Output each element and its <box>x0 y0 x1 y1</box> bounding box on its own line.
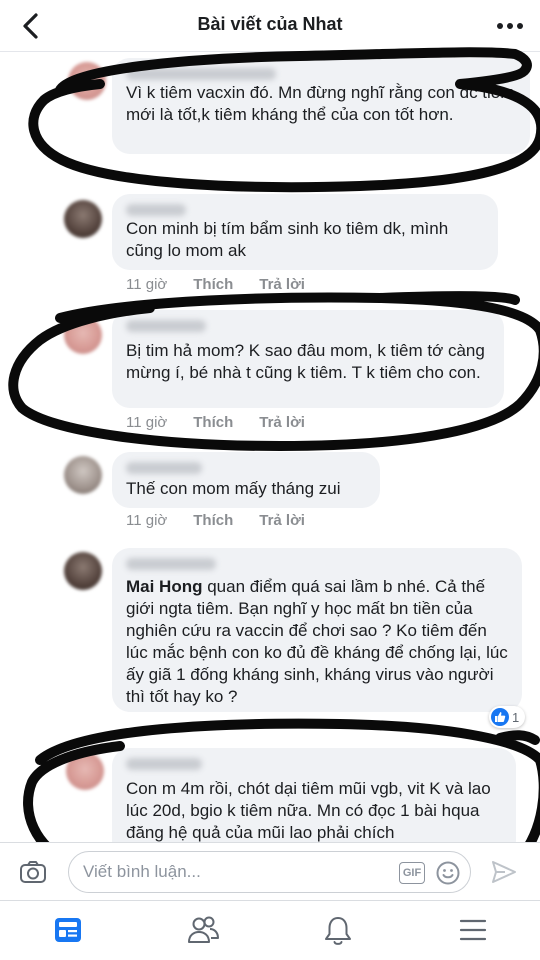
comment-bubble: Thế con mom mấy tháng zui <box>112 452 380 508</box>
friends-icon <box>187 916 219 943</box>
reaction-count: 1 <box>512 709 520 725</box>
comment: Con minh bị tím bẩm sinh ko tiêm dk, mìn… <box>0 194 540 304</box>
comment-bubble: Con minh bị tím bẩm sinh ko tiêm dk, mìn… <box>112 194 498 270</box>
send-button[interactable] <box>490 859 518 885</box>
comment-time: 11 giờ <box>126 512 168 529</box>
reaction-badge[interactable]: 1 <box>489 706 526 728</box>
like-link[interactable]: Thích <box>193 276 233 293</box>
comment-bubble: Bị tim hả mom? K sao đâu mom, k tiêm tớ … <box>112 310 504 408</box>
tab-bar <box>0 900 540 960</box>
comment-input-box: GIF <box>68 851 471 893</box>
mention-link[interactable]: Mai Hong <box>126 577 203 596</box>
camera-button[interactable] <box>18 857 48 887</box>
smiley-icon <box>436 861 460 885</box>
avatar[interactable] <box>64 200 102 238</box>
comment-text: Bị tim hả mom? K sao đâu mom, k tiêm tớ … <box>126 341 485 382</box>
menu-icon <box>459 919 486 941</box>
tab-menu[interactable] <box>405 901 540 960</box>
comment-text: Vì k tiêm vacxin đó. Mn đừng nghĩ rằng c… <box>126 83 515 124</box>
avatar[interactable] <box>68 62 106 100</box>
avatar[interactable] <box>64 456 102 494</box>
reply-link[interactable]: Trả lời <box>259 512 305 529</box>
comment-feed: Vì k tiêm vacxin đó. Mn đừng nghĩ rằng c… <box>0 52 540 842</box>
avatar[interactable] <box>64 316 102 354</box>
tab-news-feed[interactable] <box>0 901 135 960</box>
top-bar: Bài viết của Nhat <box>0 0 540 52</box>
comment-bubble: Con m 4m rồi, chót dại tiêm mũi vgb, vit… <box>112 748 516 842</box>
reply-link[interactable]: Trả lời <box>259 276 305 293</box>
comment-time: 11 giờ <box>126 276 168 293</box>
emoji-button[interactable] <box>435 860 461 886</box>
like-link[interactable]: Thích <box>193 512 233 529</box>
comment-composer: GIF <box>0 842 540 900</box>
comment: Thế con mom mấy tháng zui 11 giờ Thích Trả… <box>0 452 540 542</box>
comment-text: Con minh bị tím bẩm sinh ko tiêm dk, mìn… <box>126 219 449 260</box>
commenter-name[interactable] <box>126 68 276 80</box>
commenter-name[interactable] <box>126 462 202 474</box>
reply-link[interactable]: Trả lời <box>259 414 305 431</box>
news-feed-icon <box>54 918 81 942</box>
more-dots-icon <box>497 23 523 29</box>
commenter-name[interactable] <box>126 320 206 332</box>
camera-icon <box>20 861 46 883</box>
tab-friends[interactable] <box>135 901 270 960</box>
comment-actions: 11 giờ Thích Trả lời <box>126 276 331 293</box>
more-button[interactable] <box>494 12 526 40</box>
comment-body: quan điểm quá sai lầm b nhé. Cả thế giới… <box>126 577 508 706</box>
avatar[interactable] <box>64 552 102 590</box>
comment-time: 11 giờ <box>126 414 168 431</box>
commenter-name[interactable] <box>126 558 216 570</box>
thumbs-up-icon <box>491 708 509 726</box>
comment-text: Mai Hong quan điểm quá sai lầm b nhé. Cả… <box>126 576 508 708</box>
comment-actions: 11 giờ Thích Trả lời <box>126 414 331 431</box>
comment-actions: 11 giờ Thích Trả lời <box>126 512 331 529</box>
tab-notifications[interactable] <box>270 901 405 960</box>
bell-icon <box>324 917 351 945</box>
comment-input[interactable] <box>83 860 383 884</box>
like-link[interactable]: Thích <box>193 414 233 431</box>
send-icon <box>492 861 516 883</box>
comment: Bị tim hả mom? K sao đâu mom, k tiêm tớ … <box>0 310 540 440</box>
commenter-name[interactable] <box>126 204 186 216</box>
comment-text: Con m 4m rồi, chót dại tiêm mũi vgb, vit… <box>126 779 491 842</box>
comment-text: Thế con mom mấy tháng zui <box>126 479 341 498</box>
page-title: Bài viết của Nhat <box>197 14 343 34</box>
comment-bubble: Mai Hong quan điểm quá sai lầm b nhé. Cả… <box>112 548 522 712</box>
comment: Con m 4m rồi, chót dại tiêm mũi vgb, vit… <box>0 748 540 842</box>
commenter-name[interactable] <box>126 758 202 770</box>
avatar[interactable] <box>66 752 104 790</box>
gif-button[interactable]: GIF <box>399 862 425 884</box>
comment-bubble: Vì k tiêm vacxin đó. Mn đừng nghĩ rằng c… <box>112 58 530 154</box>
comment: Mai Hong quan điểm quá sai lầm b nhé. Cả… <box>0 548 540 738</box>
